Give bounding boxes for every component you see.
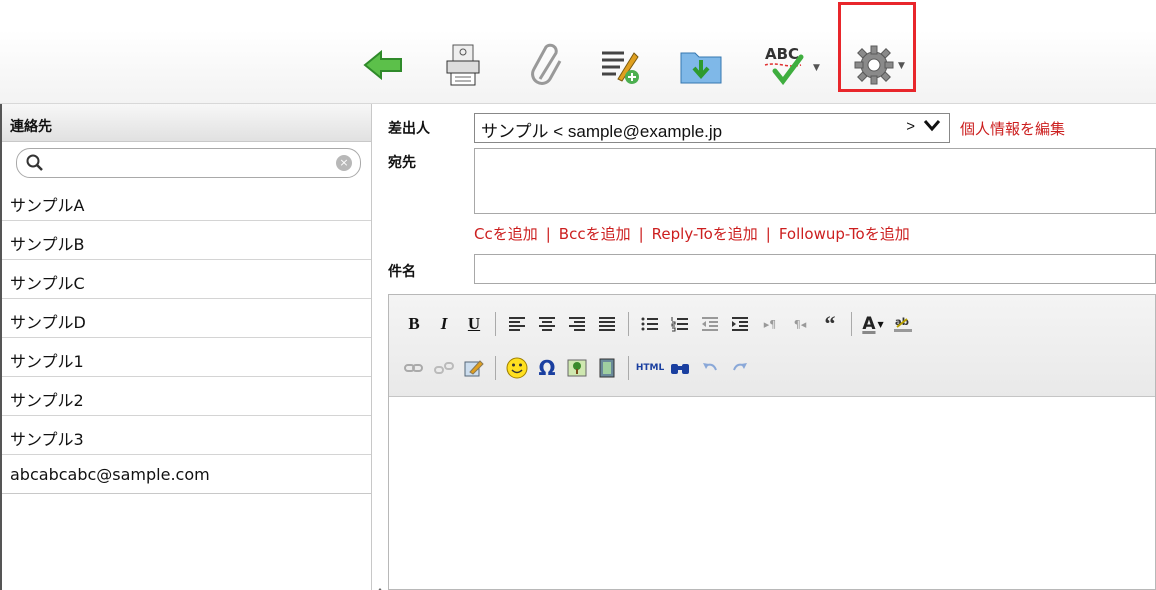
back-arrow-icon[interactable]	[358, 40, 408, 90]
add-cc-link[interactable]: Ccを追加	[474, 225, 538, 243]
ltr-icon[interactable]: ▸¶	[755, 309, 785, 339]
separator	[628, 312, 629, 336]
underline-button[interactable]: U	[459, 309, 489, 339]
from-value: サンプル < sample@example.jp	[481, 122, 723, 141]
spellcheck-dropdown-icon[interactable]: ▼	[813, 63, 820, 73]
emoticon-icon[interactable]	[502, 353, 532, 383]
scanner-icon[interactable]	[438, 40, 488, 90]
html-source-icon[interactable]: HTML	[635, 353, 665, 383]
bold-button[interactable]: B	[399, 309, 429, 339]
unlink-icon[interactable]	[429, 353, 459, 383]
clear-search-icon[interactable]: ×	[336, 155, 352, 171]
editor-toolbar: B I U ▸¶ ¶◂ “ A▼ ab Ω	[389, 295, 1155, 397]
contact-search-input[interactable]	[49, 152, 329, 174]
separator	[851, 312, 852, 336]
separator	[495, 356, 496, 380]
contact-item[interactable]: サンプル2	[2, 377, 371, 416]
signature-icon[interactable]	[596, 40, 646, 90]
align-center-icon[interactable]	[532, 309, 562, 339]
numbered-list-icon[interactable]	[665, 309, 695, 339]
add-header-links: Ccを追加 | Bccを追加 | Reply-Toを追加 | Followup-Toを追加	[474, 225, 910, 243]
search-icon	[26, 154, 43, 171]
outdent-icon[interactable]	[695, 309, 725, 339]
font-color-icon[interactable]: A ▼	[858, 309, 888, 339]
undo-icon[interactable]	[695, 353, 725, 383]
contact-item[interactable]: サンプル1	[2, 338, 371, 377]
chevron-down-icon	[923, 116, 941, 139]
contact-item[interactable]: サンプルC	[2, 260, 371, 299]
from-suffix: >	[906, 118, 915, 135]
edit-profile-link[interactable]: 個人情報を編集	[960, 118, 1065, 139]
spellcheck-icon[interactable]: ABC ▼	[756, 40, 820, 90]
contact-item[interactable]: サンプルD	[2, 299, 371, 338]
edit-icon[interactable]	[459, 353, 489, 383]
special-char-icon[interactable]: Ω	[532, 353, 562, 383]
link-icon[interactable]	[399, 353, 429, 383]
redo-icon[interactable]	[725, 353, 755, 383]
justify-icon[interactable]	[592, 309, 622, 339]
from-select[interactable]: サンプル < sample@example.jp >	[474, 113, 950, 143]
italic-button[interactable]: I	[429, 309, 459, 339]
image-icon[interactable]	[562, 353, 592, 383]
contact-item[interactable]: サンプルA	[2, 182, 371, 221]
add-followup-to-link[interactable]: Followup-Toを追加	[779, 225, 910, 243]
separator	[628, 356, 629, 380]
separator	[495, 312, 496, 336]
highlight-color-icon[interactable]: ab	[888, 309, 918, 339]
align-left-icon[interactable]	[502, 309, 532, 339]
message-editor: B I U ▸¶ ¶◂ “ A▼ ab Ω	[388, 294, 1156, 590]
add-reply-to-link[interactable]: Reply-Toを追加	[652, 225, 758, 243]
save-folder-icon[interactable]	[676, 40, 726, 90]
blockquote-icon[interactable]: “	[815, 309, 845, 339]
subject-field[interactable]	[474, 254, 1156, 284]
contact-item[interactable]: サンプル3	[2, 416, 371, 455]
paperclip-icon[interactable]	[522, 40, 572, 90]
contact-list: サンプルA サンプルB サンプルC サンプルD サンプル1 サンプル2 サンプル…	[2, 182, 371, 494]
align-right-icon[interactable]	[562, 309, 592, 339]
contact-search[interactable]: ×	[16, 148, 361, 178]
media-icon[interactable]	[592, 353, 622, 383]
editor-body[interactable]	[389, 397, 1155, 589]
indent-icon[interactable]	[725, 309, 755, 339]
sidebar-resize-handle[interactable]	[372, 580, 388, 590]
contacts-header: 連絡先	[2, 104, 371, 142]
main-toolbar	[0, 30, 1156, 104]
rtl-icon[interactable]: ¶◂	[785, 309, 815, 339]
from-label: 差出人	[388, 121, 430, 137]
add-bcc-link[interactable]: Bccを追加	[559, 225, 631, 243]
bullet-list-icon[interactable]	[635, 309, 665, 339]
to-label: 宛先	[388, 155, 416, 171]
to-field[interactable]	[474, 148, 1156, 214]
contacts-sidebar: 連絡先 × サンプルA サンプルB サンプルC サンプルD サンプル1 サンプル…	[2, 104, 372, 590]
subject-label: 件名	[388, 264, 416, 280]
search-replace-icon[interactable]	[665, 353, 695, 383]
contact-item[interactable]: abcabcabc@sample.com	[2, 455, 371, 494]
gear-highlight-box	[838, 2, 916, 92]
contact-item[interactable]: サンプルB	[2, 221, 371, 260]
